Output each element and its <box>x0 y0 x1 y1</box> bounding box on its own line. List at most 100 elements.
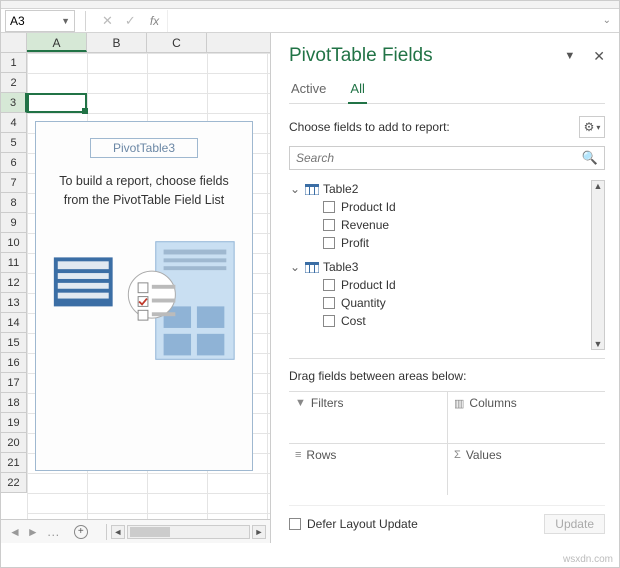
select-all-corner[interactable] <box>1 33 27 52</box>
filter-icon: ▼ <box>295 397 306 409</box>
chevron-down-icon: ▾ <box>596 123 600 132</box>
horizontal-scrollbar[interactable]: ◄ ► <box>111 525 270 539</box>
sheet-tabs-overflow[interactable]: … <box>47 524 60 539</box>
scroll-up-icon[interactable]: ▲ <box>594 181 603 191</box>
drop-areas: ▼ Filters ▥Columns ≡Rows ΣValues <box>289 391 605 495</box>
scroll-track[interactable] <box>127 525 250 539</box>
scroll-thumb[interactable] <box>130 527 170 537</box>
search-box[interactable]: 🔍 <box>289 146 605 170</box>
checkbox[interactable] <box>323 279 335 291</box>
rows-area[interactable]: ≡Rows <box>289 443 447 495</box>
checkbox[interactable] <box>323 219 335 231</box>
row-header[interactable]: 14 <box>1 313 27 333</box>
cell-area[interactable]: PivotTable3 To build a report, choose fi… <box>27 53 270 519</box>
checkbox[interactable] <box>323 315 335 327</box>
row-header[interactable]: 21 <box>1 453 27 473</box>
field-label: Revenue <box>341 218 389 232</box>
column-header-b[interactable]: B <box>87 33 147 52</box>
sheet-tab-bar: ◄► … + ◄ ► <box>1 519 270 543</box>
name-box[interactable]: A3 ▼ <box>5 10 75 32</box>
collapse-icon[interactable]: ⌄ <box>289 260 301 274</box>
drag-areas-label: Drag fields between areas below: <box>289 358 605 383</box>
field-label: Product Id <box>341 200 396 214</box>
field-tabs: Active All <box>289 77 605 104</box>
divider <box>106 524 107 540</box>
tools-button[interactable]: ⚙▾ <box>579 116 605 138</box>
search-input[interactable] <box>296 151 582 165</box>
row-header[interactable]: 17 <box>1 373 27 393</box>
row-header[interactable]: 3 <box>1 93 27 113</box>
scroll-down-icon[interactable]: ▼ <box>594 339 603 349</box>
fx-icon[interactable]: fx <box>150 14 159 28</box>
close-icon[interactable]: ✕ <box>593 48 605 65</box>
checkbox[interactable] <box>323 237 335 249</box>
expand-formula-bar-icon[interactable]: ⌄ <box>595 15 619 26</box>
column-headers: A B C <box>1 33 270 53</box>
row-header[interactable]: 13 <box>1 293 27 313</box>
columns-icon: ▥ <box>454 397 464 410</box>
pane-menu-icon[interactable]: ▼ <box>564 50 575 62</box>
row-header[interactable]: 9 <box>1 213 27 233</box>
row-header[interactable]: 16 <box>1 353 27 373</box>
table-icon <box>305 262 319 273</box>
field-item[interactable]: Product Id <box>289 198 591 216</box>
row-header[interactable]: 12 <box>1 273 27 293</box>
area-label: Rows <box>306 448 336 462</box>
chevron-down-icon[interactable]: ▼ <box>61 16 70 26</box>
row-header[interactable]: 10 <box>1 233 27 253</box>
field-item[interactable]: Product Id <box>289 276 591 294</box>
row-header[interactable]: 20 <box>1 433 27 453</box>
table-name: Table2 <box>323 182 358 196</box>
tab-all[interactable]: All <box>348 77 366 104</box>
row-header[interactable]: 18 <box>1 393 27 413</box>
sheet-nav[interactable]: ◄► <box>1 525 47 539</box>
field-item[interactable]: Revenue <box>289 216 591 234</box>
column-header-c[interactable]: C <box>147 33 207 52</box>
table-node[interactable]: ⌄ Table3 <box>289 258 591 276</box>
row-header[interactable]: 19 <box>1 413 27 433</box>
field-item[interactable]: Quantity <box>289 294 591 312</box>
update-button: Update <box>544 514 605 534</box>
pivottable-placeholder[interactable]: PivotTable3 To build a report, choose fi… <box>35 121 253 471</box>
choose-fields-label: Choose fields to add to report: <box>289 120 579 134</box>
row-header[interactable]: 5 <box>1 133 27 153</box>
scroll-left-icon[interactable]: ◄ <box>111 525 125 539</box>
row-header[interactable]: 11 <box>1 253 27 273</box>
values-area[interactable]: ΣValues <box>447 443 605 495</box>
area-label: Filters <box>311 396 344 410</box>
column-header-rest[interactable] <box>207 33 270 52</box>
field-item[interactable]: Profit <box>289 234 591 252</box>
row-header[interactable]: 15 <box>1 333 27 353</box>
row-header[interactable]: 4 <box>1 113 27 133</box>
worksheet-grid: A B C 1 2 3 4 5 6 7 8 9 10 11 12 13 14 1… <box>1 33 271 543</box>
row-header[interactable]: 6 <box>1 153 27 173</box>
table-icon <box>305 184 319 195</box>
tab-active[interactable]: Active <box>289 77 328 103</box>
row-header[interactable]: 2 <box>1 73 27 93</box>
row-header[interactable]: 1 <box>1 53 27 73</box>
active-cell[interactable] <box>27 93 87 113</box>
divider <box>85 11 86 31</box>
row-header[interactable]: 22 <box>1 473 27 493</box>
pivottable-illustration <box>46 228 242 365</box>
new-sheet-button[interactable]: + <box>74 525 88 539</box>
row-header[interactable]: 8 <box>1 193 27 213</box>
field-item[interactable]: Cost <box>289 312 591 330</box>
title-bar <box>1 1 619 9</box>
scroll-right-icon[interactable]: ► <box>252 525 266 539</box>
checkbox[interactable] <box>323 201 335 213</box>
columns-area[interactable]: ▥Columns <box>447 391 605 443</box>
filters-area[interactable]: ▼ Filters <box>289 391 447 443</box>
collapse-icon[interactable]: ⌄ <box>289 182 301 196</box>
column-header-a[interactable]: A <box>27 33 87 52</box>
search-icon[interactable]: 🔍 <box>582 150 598 166</box>
formula-input[interactable] <box>167 10 594 32</box>
pane-title: PivotTable Fields <box>289 45 564 67</box>
row-header[interactable]: 7 <box>1 173 27 193</box>
defer-row: Defer Layout Update Update <box>289 505 605 534</box>
field-list-scrollbar[interactable]: ▲ ▼ <box>591 180 605 350</box>
table-node[interactable]: ⌄ Table2 <box>289 180 591 198</box>
row-headers: 1 2 3 4 5 6 7 8 9 10 11 12 13 14 15 16 1… <box>1 53 27 519</box>
checkbox[interactable] <box>323 297 335 309</box>
defer-checkbox[interactable] <box>289 518 301 530</box>
